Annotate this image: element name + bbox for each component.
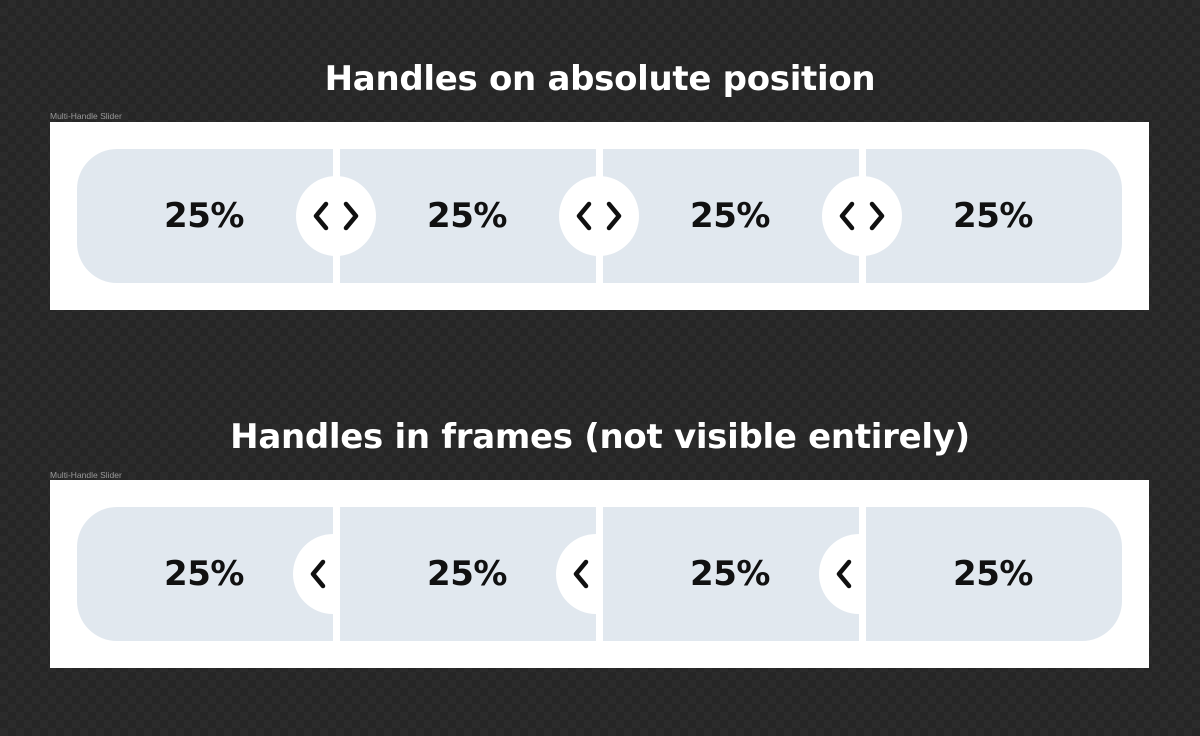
section-1-title: Handles on absolute position (324, 59, 876, 99)
chevron-left-icon (310, 559, 326, 589)
slider-handle[interactable] (293, 534, 333, 614)
chevron-left-icon (573, 559, 589, 589)
slider-handle[interactable] (559, 176, 639, 256)
segment-value: 25% (953, 196, 1033, 236)
slider-segment[interactable]: 25% (866, 149, 1122, 283)
segment-value: 25% (164, 196, 244, 236)
slider-handle[interactable] (819, 534, 859, 614)
slider-segment[interactable]: 25% (603, 507, 859, 641)
slider-handle[interactable] (822, 176, 902, 256)
slider-handle[interactable] (296, 176, 376, 256)
chevrons-left-right-icon (313, 201, 359, 231)
slider-segment[interactable]: 25% (340, 149, 596, 283)
segment-value: 25% (953, 554, 1033, 594)
multi-handle-slider: 25% 25% 25% 25% (50, 480, 1149, 668)
slider-segment[interactable]: 25% (77, 507, 333, 641)
segment-value: 25% (690, 196, 770, 236)
frame-label: Multi-Handle Slider (50, 470, 122, 480)
section-2-title: Handles in frames (not visible entirely) (230, 417, 970, 457)
frame-label: Multi-Handle Slider (50, 111, 122, 121)
slider-handle[interactable] (556, 534, 596, 614)
multi-handle-slider: 25% 25% 25% 25% (50, 122, 1149, 310)
segment-value: 25% (427, 554, 507, 594)
slider-segment[interactable]: 25% (77, 149, 333, 283)
segment-value: 25% (690, 554, 770, 594)
segment-value: 25% (164, 554, 244, 594)
slider-segment[interactable]: 25% (866, 507, 1122, 641)
slider-segment[interactable]: 25% (603, 149, 859, 283)
chevrons-left-right-icon (576, 201, 622, 231)
chevron-left-icon (836, 559, 852, 589)
segment-value: 25% (427, 196, 507, 236)
slider-segment[interactable]: 25% (340, 507, 596, 641)
chevrons-left-right-icon (839, 201, 885, 231)
